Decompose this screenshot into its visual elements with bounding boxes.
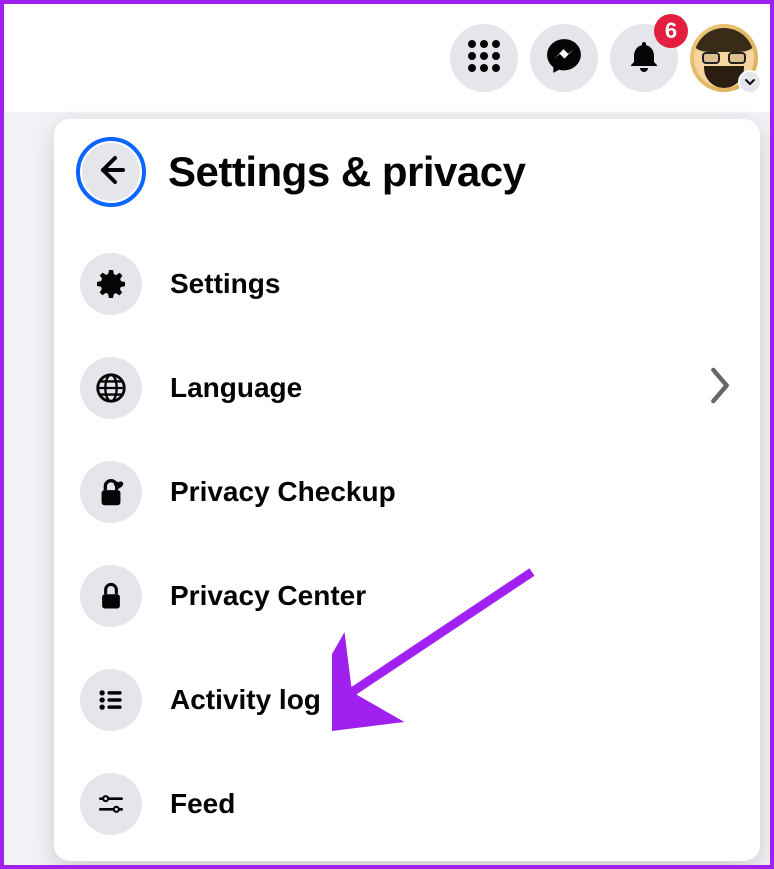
menu-item-label: Feed [170,788,235,820]
panel-header: Settings & privacy [76,137,738,207]
list-icon [80,669,142,731]
menu-item-label: Language [170,372,302,404]
notifications-badge: 6 [654,14,688,48]
menu-item-label: Settings [170,268,280,300]
settings-menu: Settings Language Privacy Checkup [76,253,738,835]
account-avatar-button[interactable] [690,24,758,92]
chevron-right-icon [706,366,734,411]
menu-item-label: Privacy Checkup [170,476,396,508]
panel-title: Settings & privacy [168,148,525,196]
grid-icon [466,38,502,79]
menu-item-activity-log[interactable]: Activity log [80,669,738,731]
chevron-down-icon [738,70,762,94]
menu-item-settings[interactable]: Settings [80,253,738,315]
arrow-left-icon [93,152,129,193]
notifications-button[interactable]: 6 [610,24,678,92]
messenger-icon [545,37,583,80]
settings-privacy-panel: Settings & privacy Settings Language [54,119,760,861]
lock-heart-icon [80,461,142,523]
messenger-button[interactable] [530,24,598,92]
back-button[interactable] [76,137,146,207]
menu-item-label: Privacy Center [170,580,366,612]
sliders-icon [80,773,142,835]
app-frame: 6 Settings & privacy [0,0,774,869]
menu-item-label: Activity log [170,684,321,716]
gear-icon [80,253,142,315]
menu-item-privacy-center[interactable]: Privacy Center [80,565,738,627]
lock-icon [80,565,142,627]
topbar: 6 [4,4,770,112]
menu-apps-button[interactable] [450,24,518,92]
bell-icon [626,38,662,79]
menu-item-privacy-checkup[interactable]: Privacy Checkup [80,461,738,523]
menu-item-language[interactable]: Language [80,357,738,419]
menu-item-feed[interactable]: Feed [80,773,738,835]
globe-icon [80,357,142,419]
